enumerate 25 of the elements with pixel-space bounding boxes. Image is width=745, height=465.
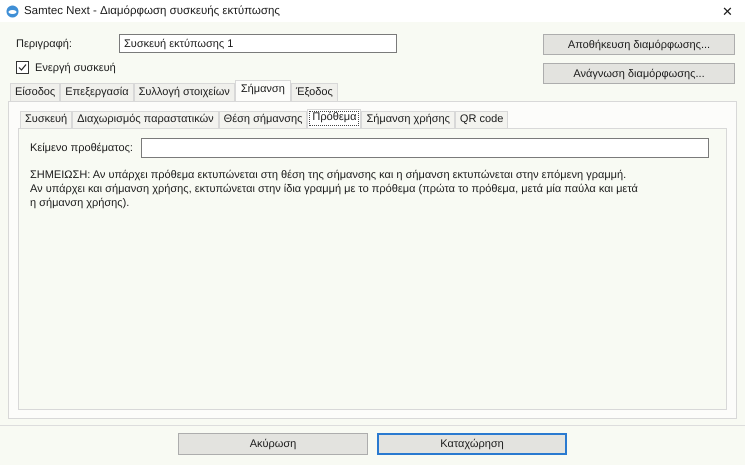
- subtab[interactable]: Σήμανση χρήσης: [361, 111, 455, 128]
- config-button[interactable]: Αποθήκευση διαμόρφωσης...: [543, 34, 735, 55]
- tab[interactable]: Επεξεργασία: [60, 83, 134, 101]
- dialog-button[interactable]: Καταχώρηση: [377, 433, 567, 455]
- subtab[interactable]: Συσκευή: [20, 111, 72, 128]
- subtab[interactable]: Θέση σήμανσης: [218, 111, 308, 128]
- dialog-button[interactable]: Ακύρωση: [178, 433, 368, 455]
- subtab[interactable]: QR code: [454, 111, 508, 128]
- window-title: Samtec Next - Διαμόρφωση συσκευής εκτύπωσης: [24, 5, 281, 17]
- active-checkbox[interactable]: [16, 61, 29, 74]
- description-field[interactable]: Συσκευή εκτύπωσης 1: [119, 34, 397, 53]
- close-button[interactable]: ✕: [716, 4, 739, 18]
- tab[interactable]: Έξοδος: [290, 83, 338, 101]
- subtab[interactable]: Πρόθεμα: [307, 109, 362, 128]
- tab[interactable]: Είσοδος: [10, 83, 60, 101]
- prefix-field[interactable]: [141, 138, 709, 158]
- config-button[interactable]: Ανάγνωση διαμόρφωσης...: [543, 63, 735, 84]
- description-label: Περιγραφή:: [16, 38, 73, 50]
- app-icon: [6, 4, 19, 18]
- prefix-label: Κείμενο προθέματος:: [30, 142, 134, 154]
- active-label: Ενεργή συσκευή: [35, 62, 116, 74]
- subtab[interactable]: Διαχωρισμός παραστατικών: [72, 111, 219, 128]
- tab[interactable]: Σήμανση: [234, 80, 291, 101]
- note-text: ΣΗΜΕΙΩΣΗ: Αν υπάρχει πρόθεμα εκτυπώνεται στη θέση της σήμανσης και η σήμανση εκτυπώνεται στην επόμενη γραμμή. Αν υπάρχει και σήμανση χρήσης, εκτυπώνεται στην ίδια γραμμή με το πρόθεμα (πρώτα το πρόθεμα, μετά μία παύλα και μετά η σήμανση χρήσης).: [30, 168, 639, 210]
- tab[interactable]: Συλλογή στοιχείων: [134, 83, 235, 101]
